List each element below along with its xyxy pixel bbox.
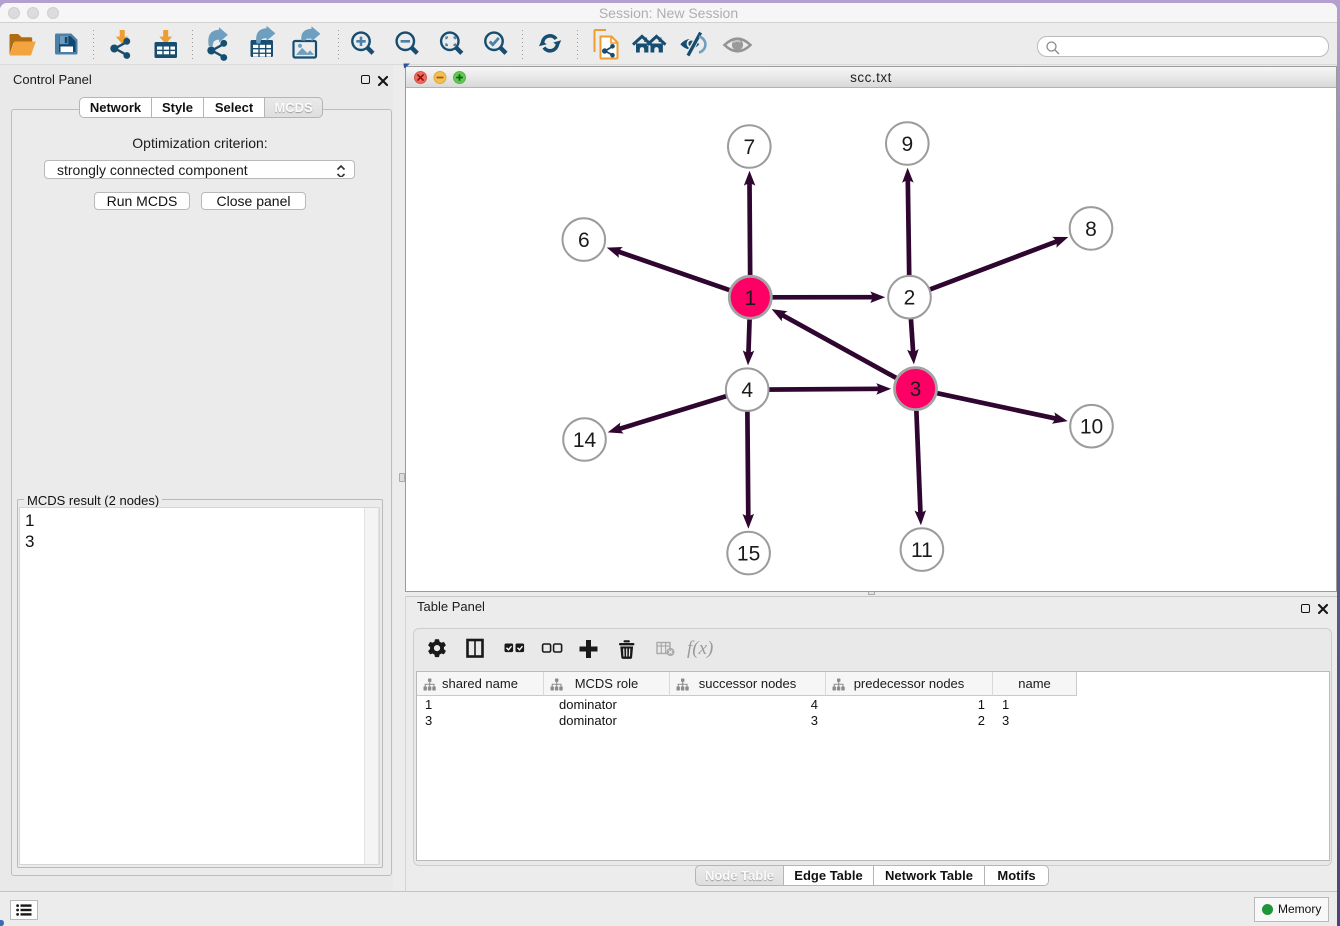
svg-text:9: 9	[901, 133, 913, 156]
svg-text:f(x): f(x)	[687, 638, 713, 659]
svg-text:4: 4	[741, 379, 753, 402]
svg-text:1: 1	[744, 287, 756, 310]
svg-text:2: 2	[904, 287, 916, 310]
svg-text:6: 6	[578, 229, 590, 252]
svg-text:10: 10	[1080, 416, 1103, 439]
svg-text:15: 15	[737, 543, 760, 566]
svg-text:8: 8	[1085, 218, 1097, 241]
svg-text:14: 14	[573, 429, 597, 452]
svg-text:11: 11	[911, 539, 933, 562]
svg-text:7: 7	[743, 136, 755, 159]
svg-text:3: 3	[910, 378, 922, 401]
